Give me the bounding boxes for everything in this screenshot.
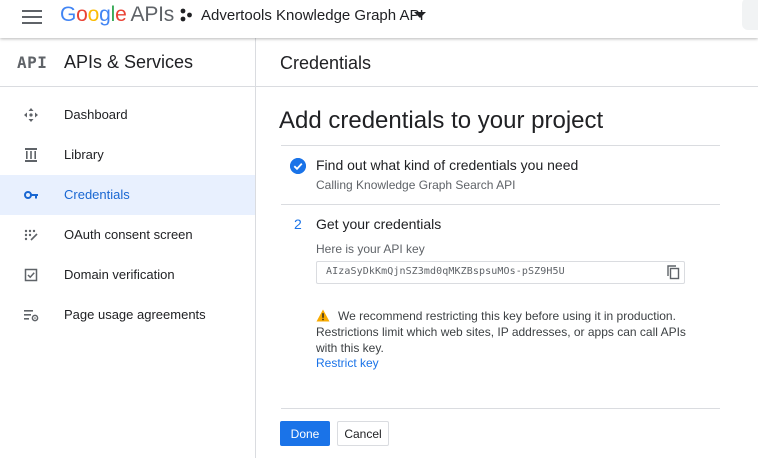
main-header-title: Credentials xyxy=(280,53,372,73)
divider xyxy=(281,145,720,146)
logo-suffix: APIs xyxy=(130,3,175,26)
chevron-down-icon[interactable] xyxy=(414,12,426,18)
logo-letter: g xyxy=(99,3,111,26)
page-title: Add credentials to your project xyxy=(279,107,604,134)
copy-icon[interactable] xyxy=(665,264,681,280)
logo-letter: e xyxy=(115,3,127,26)
settings-list-icon xyxy=(24,310,39,322)
sidebar-item-oauth[interactable]: OAuth consent screen xyxy=(0,215,255,255)
done-button[interactable]: Done xyxy=(280,421,330,446)
sidebar: API APIs & Services Dashboard Library Cr… xyxy=(0,38,256,458)
divider xyxy=(281,408,720,409)
checkbox-icon xyxy=(24,268,38,282)
sidebar-item-label: Credentials xyxy=(64,187,130,202)
google-apis-logo[interactable]: Google APIs xyxy=(60,4,174,26)
project-selector[interactable]: Advertools Knowledge Graph API xyxy=(201,7,424,24)
sidebar-item-credentials[interactable]: Credentials xyxy=(0,175,255,215)
menu-icon[interactable] xyxy=(22,8,42,24)
api-key-field[interactable]: AIzaSyDkKmQjnSZ3md0qMKZBspsuMOs-pSZ9H5U xyxy=(316,261,685,284)
sidebar-title[interactable]: APIs & Services xyxy=(64,52,193,73)
key-icon xyxy=(24,191,38,199)
sidebar-item-label: OAuth consent screen xyxy=(64,227,193,242)
cancel-button[interactable]: Cancel xyxy=(337,421,389,446)
api-key-value[interactable]: AIzaSyDkKmQjnSZ3md0qMKZBspsuMOs-pSZ9H5U xyxy=(326,266,565,277)
search-box[interactable] xyxy=(742,0,758,30)
sidebar-item-label: Domain verification xyxy=(64,267,175,282)
step2-number: 2 xyxy=(294,216,302,232)
library-icon xyxy=(25,148,37,162)
logo-letter: G xyxy=(60,3,77,26)
main-header: Credentials xyxy=(256,38,758,87)
top-bar: Google APIs Advertools Knowledge Graph AP… xyxy=(0,0,758,38)
step1-subtitle: Calling Knowledge Graph Search API xyxy=(316,178,516,192)
sidebar-nav: Dashboard Library Credentials OAuth cons… xyxy=(0,95,255,335)
project-icon xyxy=(180,8,192,22)
sidebar-item-domain-verification[interactable]: Domain verification xyxy=(0,255,255,295)
step1-title: Find out what kind of credentials you ne… xyxy=(316,157,579,173)
oauth-icon xyxy=(24,229,38,241)
sidebar-item-label: Dashboard xyxy=(64,107,128,122)
api-key-label: Here is your API key xyxy=(316,242,425,256)
sidebar-item-dashboard[interactable]: Dashboard xyxy=(0,95,255,135)
logo-letter: o xyxy=(76,3,88,26)
warning-text: We recommend restricting this key before… xyxy=(316,309,686,355)
api-logo: API xyxy=(17,53,48,72)
sidebar-item-label: Library xyxy=(64,147,104,162)
divider xyxy=(281,204,720,205)
sidebar-item-library[interactable]: Library xyxy=(0,135,255,175)
sidebar-item-label: Page usage agreements xyxy=(64,307,206,322)
dashboard-icon xyxy=(24,108,38,122)
check-circle-icon xyxy=(290,158,306,174)
restrict-key-link[interactable]: Restrict key xyxy=(316,356,379,370)
logo-letter: o xyxy=(87,3,100,26)
sidebar-item-page-usage[interactable]: Page usage agreements xyxy=(0,295,255,335)
step2-title: Get your credentials xyxy=(316,216,442,232)
sidebar-header: API APIs & Services xyxy=(0,38,255,87)
